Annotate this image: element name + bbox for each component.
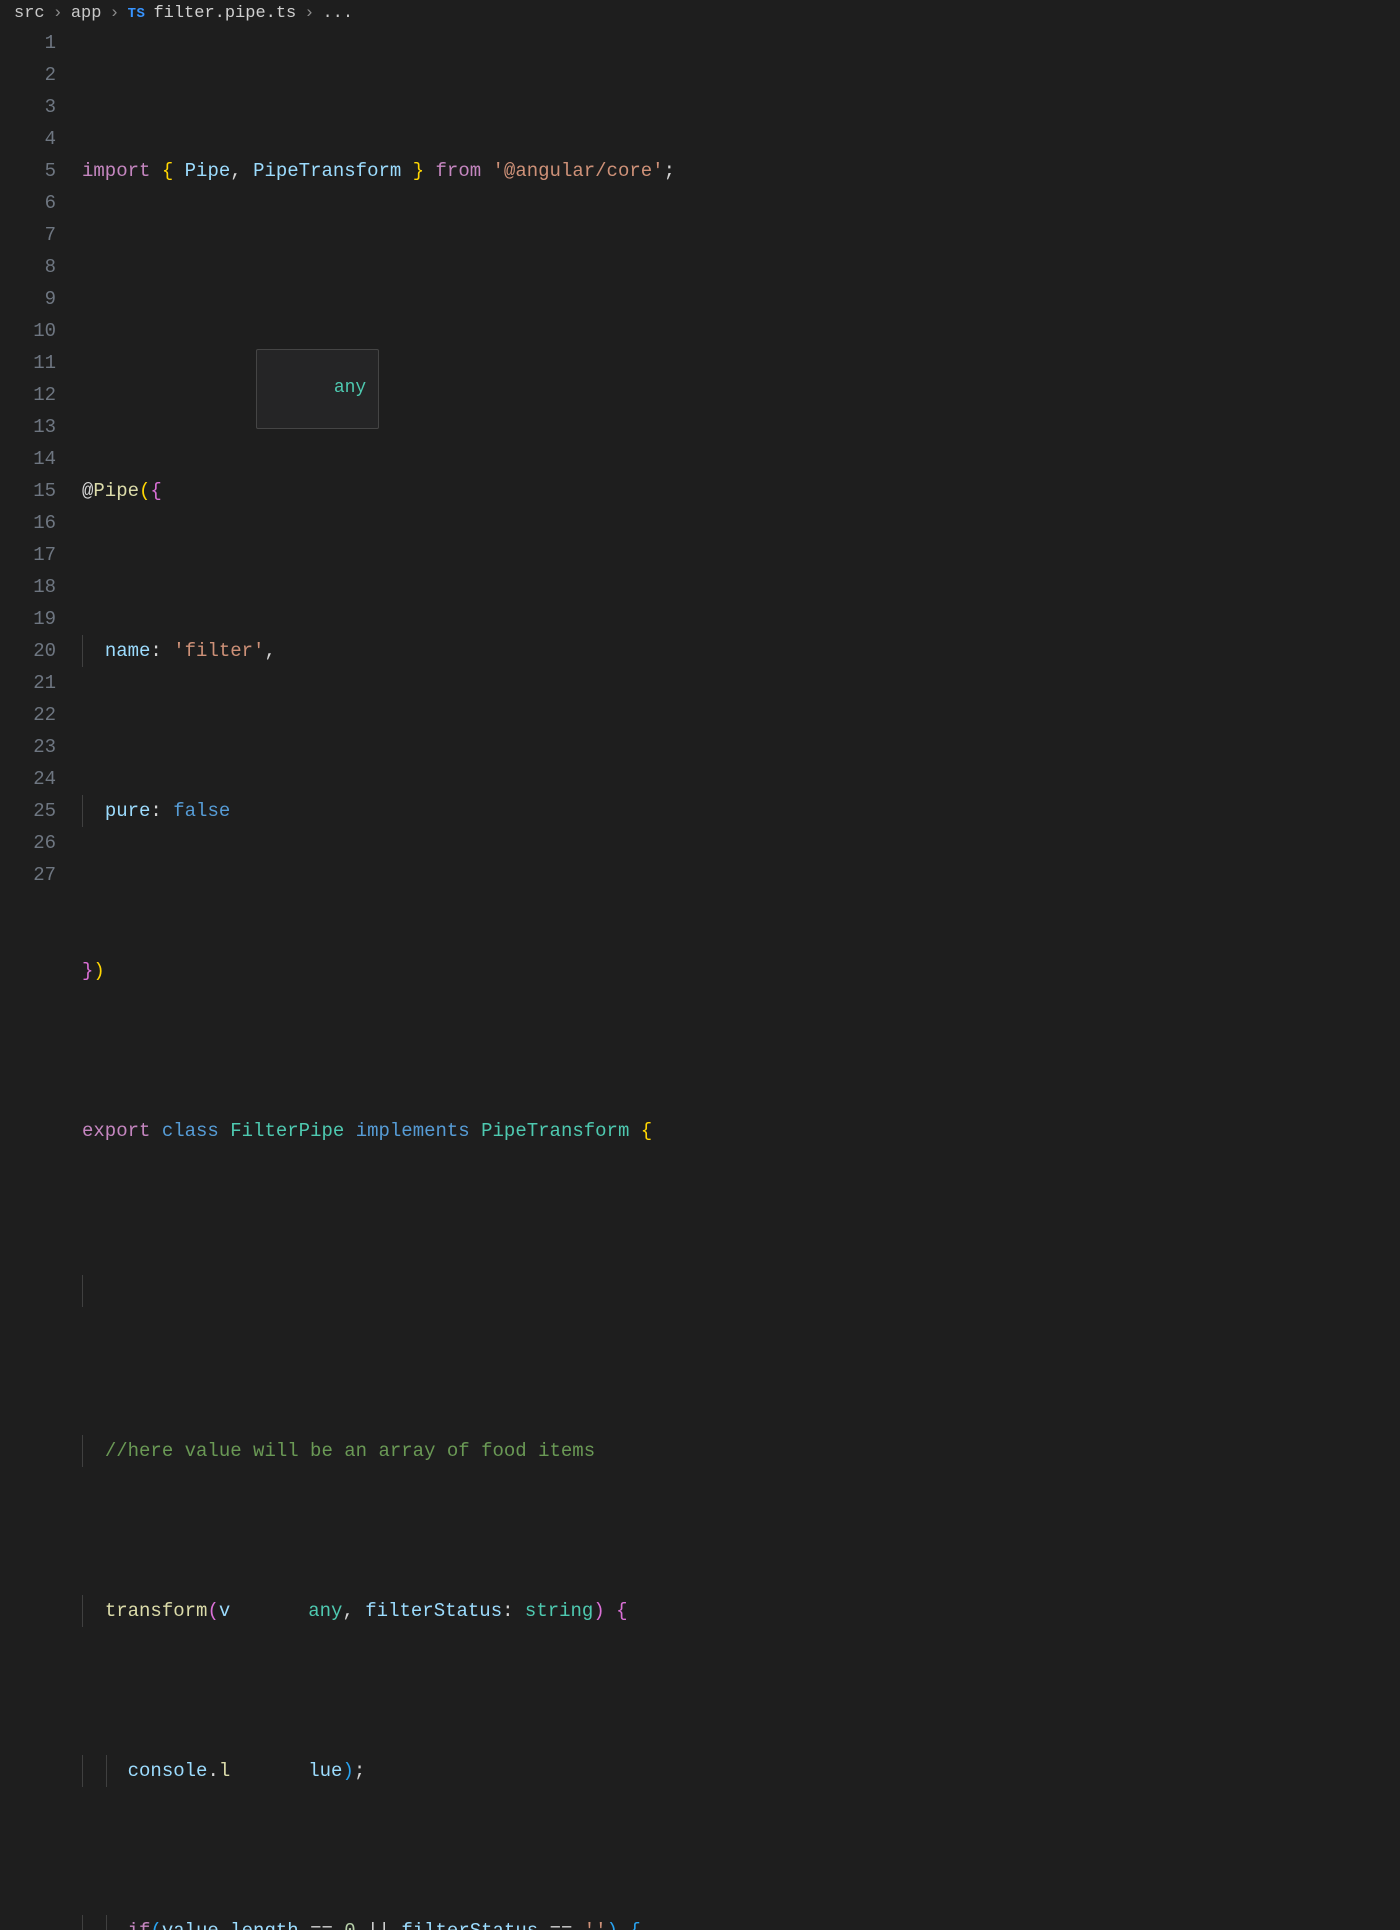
identifier: Pipe	[185, 160, 231, 182]
hover-tooltip-text: any	[334, 378, 366, 398]
operator: ==	[310, 1920, 333, 1930]
code-area[interactable]: import { Pipe, PipeTransform } from '@an…	[82, 27, 1400, 1930]
line-number: 16	[0, 507, 56, 539]
string: 'filter'	[173, 640, 264, 662]
property: name	[105, 640, 151, 662]
code-editor[interactable]: 1234567891011121314151617181920212223242…	[0, 27, 1400, 1930]
code-line[interactable]: //here value will be an array of food it…	[82, 1435, 1400, 1467]
boolean: false	[173, 800, 230, 822]
line-number: 21	[0, 667, 56, 699]
code-line[interactable]	[82, 1275, 1400, 1307]
line-number: 12	[0, 379, 56, 411]
line-number: 19	[0, 603, 56, 635]
string: '@angular/core'	[493, 160, 664, 182]
chevron-right-icon: ›	[304, 4, 314, 23]
number: 0	[344, 1920, 355, 1930]
type: any	[308, 1600, 342, 1622]
identifier: console	[128, 1760, 208, 1782]
code-line[interactable]: transform(vany, filterStatus: string) {	[82, 1595, 1400, 1627]
line-number: 10	[0, 315, 56, 347]
line-number: 9	[0, 283, 56, 315]
method-name: transform	[105, 1600, 208, 1622]
breadcrumb-item-src[interactable]: src	[14, 4, 45, 23]
keyword: from	[436, 160, 482, 182]
comment: //here value will be an array of food it…	[105, 1440, 595, 1462]
hover-tooltip: any	[256, 349, 379, 429]
line-number: 1	[0, 27, 56, 59]
line-number: 23	[0, 731, 56, 763]
code-line[interactable]: pure: false	[82, 795, 1400, 827]
class-name: FilterPipe	[230, 1120, 344, 1142]
operator: ||	[367, 1920, 390, 1930]
breadcrumb-item-app[interactable]: app	[71, 4, 102, 23]
code-line[interactable]: @Pipe({	[82, 475, 1400, 507]
keyword: if	[128, 1920, 151, 1930]
parameter: filterStatus	[365, 1600, 502, 1622]
breadcrumb: src › app › TS filter.pipe.ts › ...	[0, 0, 1400, 27]
interface-name: PipeTransform	[481, 1120, 629, 1142]
chevron-right-icon: ›	[53, 4, 63, 23]
line-number: 27	[0, 859, 56, 891]
line-number: 26	[0, 827, 56, 859]
keyword: export	[82, 1120, 150, 1142]
line-number: 4	[0, 123, 56, 155]
breadcrumb-item-file[interactable]: filter.pipe.ts	[153, 4, 296, 23]
code-line[interactable]: export class FilterPipe implements PipeT…	[82, 1115, 1400, 1147]
decorator-name: Pipe	[93, 480, 139, 502]
keyword: import	[82, 160, 150, 182]
code-line[interactable]: import { Pipe, PipeTransform } from '@an…	[82, 155, 1400, 187]
property: pure	[105, 800, 151, 822]
line-number: 14	[0, 443, 56, 475]
line-number: 3	[0, 91, 56, 123]
line-number: 11	[0, 347, 56, 379]
code-line[interactable]: if(value.length == 0 || filterStatus == …	[82, 1915, 1400, 1930]
parameter: v	[219, 1600, 230, 1622]
line-number: 6	[0, 187, 56, 219]
line-number-gutter: 1234567891011121314151617181920212223242…	[0, 27, 82, 1930]
code-line[interactable]: console.llue);	[82, 1755, 1400, 1787]
line-number: 22	[0, 699, 56, 731]
identifier: filterStatus	[401, 1920, 538, 1930]
line-number: 13	[0, 411, 56, 443]
typescript-badge-icon: TS	[128, 6, 146, 22]
chevron-right-icon: ›	[109, 4, 119, 23]
keyword: implements	[356, 1120, 470, 1142]
decorator-at: @	[82, 480, 93, 502]
line-number: 25	[0, 795, 56, 827]
line-number: 17	[0, 539, 56, 571]
line-number: 18	[0, 571, 56, 603]
line-number: 15	[0, 475, 56, 507]
line-number: 5	[0, 155, 56, 187]
line-number: 2	[0, 59, 56, 91]
line-number: 8	[0, 251, 56, 283]
type: string	[525, 1600, 593, 1622]
line-number: 20	[0, 635, 56, 667]
identifier: lue	[308, 1760, 342, 1782]
property: length	[230, 1920, 298, 1930]
method: l	[219, 1760, 230, 1782]
identifier: value	[162, 1920, 219, 1930]
line-number: 7	[0, 219, 56, 251]
string: ''	[584, 1920, 607, 1930]
keyword: class	[162, 1120, 219, 1142]
code-line[interactable]: })	[82, 955, 1400, 987]
breadcrumb-overflow[interactable]: ...	[322, 4, 353, 23]
identifier: PipeTransform	[253, 160, 401, 182]
line-number: 24	[0, 763, 56, 795]
code-line[interactable]	[82, 315, 1400, 347]
code-line[interactable]: name: 'filter',	[82, 635, 1400, 667]
